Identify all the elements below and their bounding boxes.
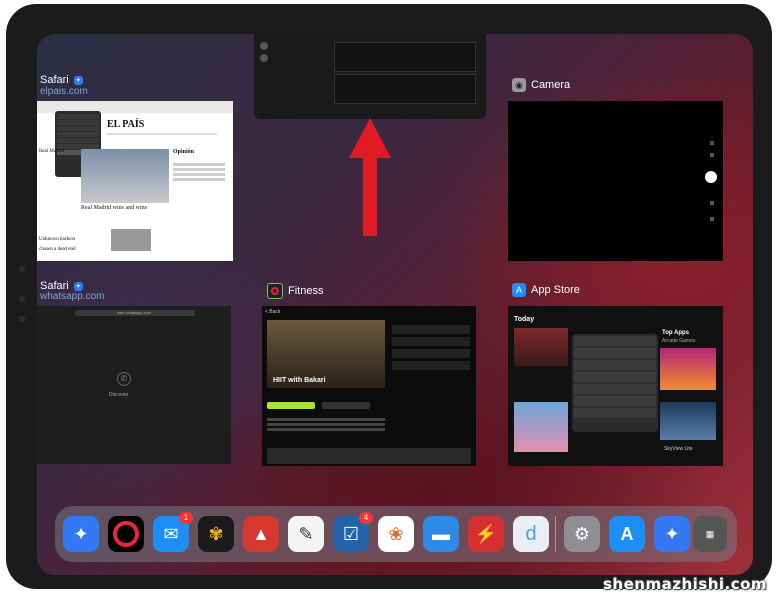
dock: ✦ ✉ 1 ✾ ▲ ✎ ☑ 4 ❀ ▬ ⚡ d ⚙ A ✦ ▦: [55, 506, 737, 562]
url-text: web.whatsapp.com: [117, 310, 152, 315]
url-bar[interactable]: web.whatsapp.com: [75, 310, 195, 316]
dock-divider: [555, 516, 556, 552]
team-photo: [81, 149, 169, 203]
app-name: Camera: [531, 79, 571, 91]
arcade-tile[interactable]: [660, 348, 716, 390]
appstore-label: A App Store: [512, 283, 580, 297]
left-snippet: Unknown hackers: [39, 237, 76, 242]
safari-icon: ✦: [73, 281, 83, 291]
left-snippet-2: chosen a dead end: [39, 247, 76, 252]
safari-icon: ✦: [73, 75, 83, 85]
tasks-badge: 4: [359, 512, 373, 524]
masthead: EL PAÍS: [107, 119, 145, 130]
up-arrow-icon: [349, 118, 391, 236]
feature-tile[interactable]: [514, 328, 568, 366]
tasks-icon[interactable]: ☑ 4: [333, 512, 373, 552]
main-headline: Real Madrid wins and wins: [81, 205, 147, 211]
left-headline: Real Madrid: [39, 149, 65, 154]
side-sensor-dot: [19, 316, 25, 322]
safari-icon[interactable]: ✦: [63, 516, 99, 552]
top-apps-subtitle: Arcade Games: [662, 338, 696, 344]
watermark: shenmazhishi.com: [603, 575, 768, 593]
app-list-popover[interactable]: [572, 334, 658, 432]
app-name: App Store: [531, 284, 580, 296]
files-icon[interactable]: ▬: [423, 516, 459, 552]
safari-whatsapp-card[interactable]: web.whatsapp.com ✆ Discover: [37, 306, 231, 464]
ipad-device: Safari ✦ elpais.com EL PAÍS Opinión Real…: [6, 4, 772, 589]
quickq-icon[interactable]: ⚡: [468, 516, 504, 552]
app-subtitle: elpais.com: [40, 86, 88, 97]
settings-icon[interactable]: ⚙: [564, 516, 600, 552]
back-link[interactable]: < Back: [265, 309, 280, 315]
bottom-caption: SkyView Lite: [664, 446, 693, 452]
today-tab[interactable]: Today: [514, 316, 534, 323]
camera-label: ◉ Camera: [512, 78, 570, 92]
fitness-label: Fitness: [267, 283, 323, 299]
related-workouts-row[interactable]: [267, 448, 471, 464]
shutter-button-icon: [705, 171, 717, 183]
camera-card[interactable]: [508, 101, 723, 261]
article-thumbnail: [111, 229, 151, 251]
skyview-tile[interactable]: [660, 402, 716, 440]
app-name: Fitness: [288, 285, 324, 297]
dictionary-icon[interactable]: d: [513, 516, 549, 552]
whatsapp-icon: ✆: [117, 372, 131, 386]
top-apps-title: Top Apps: [662, 330, 689, 336]
notes-icon[interactable]: ✎: [288, 516, 324, 552]
opinion-heading: Opinión: [173, 149, 195, 155]
appstore-card[interactable]: Today Top Apps Arcade Games SkyView Lite: [508, 306, 723, 466]
safari-elpais-label: Safari ✦: [40, 74, 83, 86]
app-subtitle: whatsapp.com: [40, 291, 105, 302]
discover-heading: Discover: [109, 392, 129, 398]
safari-icon[interactable]: ✦: [654, 516, 690, 552]
app-name: Safari: [40, 74, 69, 86]
fitness-card[interactable]: < Back HIIT with Bakari: [262, 306, 476, 466]
tes-icon[interactable]: ✾: [198, 516, 234, 552]
workout-video[interactable]: HIIT with Bakari: [267, 320, 385, 388]
app-library-icon[interactable]: ▦: [693, 516, 727, 552]
fitness-rings-icon: [267, 283, 283, 299]
workout-title: HIIT with Bakari: [273, 377, 326, 384]
safari-elpais-card[interactable]: EL PAÍS Opinión Real Madrid wins and win…: [37, 101, 233, 261]
side-sensor-dot: [19, 296, 25, 302]
mail-badge: 1: [179, 512, 193, 524]
mail-icon[interactable]: ✉ 1: [153, 512, 193, 552]
safari-elpais-subtitle: elpais.com: [40, 86, 88, 97]
bear-icon[interactable]: ▲: [243, 516, 279, 552]
preview-button[interactable]: [322, 402, 370, 409]
camera-icon: ◉: [512, 78, 526, 92]
lets-go-button[interactable]: [267, 402, 315, 409]
side-camera-dot: [19, 266, 25, 272]
appstore-icon: A: [512, 283, 526, 297]
activity-icon[interactable]: [108, 516, 144, 552]
app-switcher-screen: Safari ✦ elpais.com EL PAÍS Opinión Real…: [37, 34, 753, 575]
slide-over-card[interactable]: [254, 34, 486, 119]
feature-tile[interactable]: [514, 402, 568, 452]
safari-whatsapp-subtitle: whatsapp.com: [40, 291, 104, 302]
photos-icon[interactable]: ❀: [378, 516, 414, 552]
appstore-icon[interactable]: A: [609, 516, 645, 552]
